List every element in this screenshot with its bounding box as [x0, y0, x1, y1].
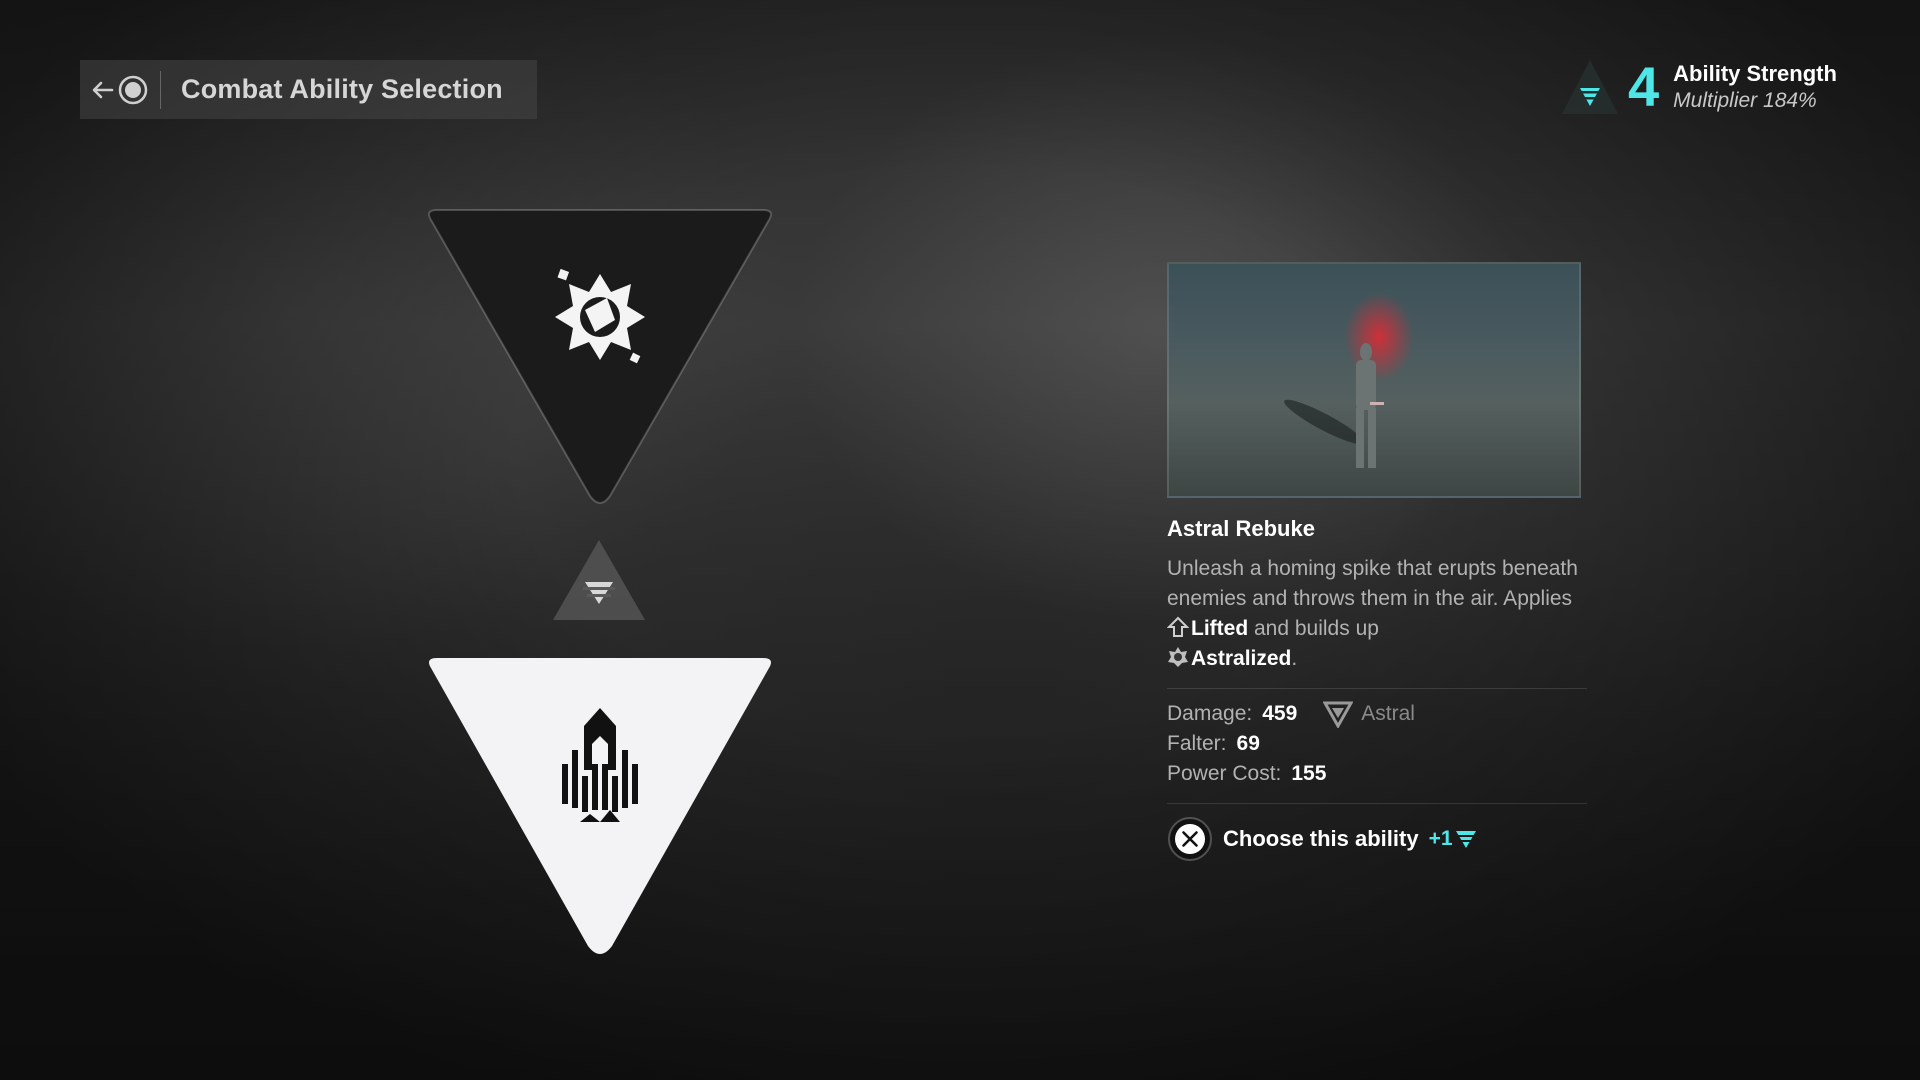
- damage-value: 459: [1262, 702, 1298, 725]
- divider: [1167, 803, 1587, 804]
- falter-label: Falter:: [1167, 732, 1227, 755]
- ability-strength-value: 4: [1628, 55, 1660, 118]
- power-cost-value: 155: [1291, 762, 1327, 785]
- falter-stat: Falter: 69: [1167, 729, 1587, 759]
- desc-part2: and builds up: [1248, 617, 1379, 640]
- ability-strength: 4 Ability Strength Multiplier 184%: [1560, 58, 1837, 116]
- ability-description: Unleash a homing spike that erupts benea…: [1167, 554, 1587, 674]
- ability-preview-image: [1167, 262, 1581, 498]
- arrow-left-icon[interactable]: [90, 77, 116, 103]
- element-name: Astral: [1361, 702, 1415, 725]
- lifted-icon: [1167, 616, 1189, 637]
- ability-strength-label: Ability Strength: [1673, 61, 1837, 86]
- falter-value: 69: [1236, 732, 1260, 755]
- circle-button-icon[interactable]: [118, 75, 148, 105]
- damage-label: Damage:: [1167, 702, 1253, 725]
- desc-part1: Unleash a homing spike that erupts benea…: [1167, 557, 1578, 610]
- ability-strength-icon: [1562, 60, 1618, 114]
- desc-end: .: [1291, 647, 1298, 670]
- choose-ability-label: Choose this ability: [1223, 826, 1419, 851]
- rocket-spike-icon: [562, 708, 638, 822]
- cross-button-icon[interactable]: [1167, 816, 1213, 862]
- ability-name: Astral Rebuke: [1167, 516, 1315, 541]
- strength-bonus-small-icon: [1455, 831, 1476, 848]
- header-divider: [160, 70, 161, 109]
- page-title: Combat Ability Selection: [181, 74, 503, 104]
- astral-element-icon: [1323, 701, 1354, 728]
- astral-sun-icon: [555, 268, 645, 364]
- divider: [1167, 688, 1587, 689]
- background-vignette: [0, 0, 1920, 1080]
- strength-bonus-text: +1: [1428, 827, 1453, 850]
- power-cost-stat: Power Cost: 155: [1167, 759, 1587, 789]
- astralized-icon: [1168, 647, 1188, 667]
- damage-stat: Damage: 459 Astral: [1167, 699, 1587, 729]
- choose-ability-button[interactable]: Choose this ability +1: [1167, 816, 1587, 862]
- header-bar: Combat Ability Selection: [80, 60, 537, 119]
- preview-character-figure: [1356, 343, 1384, 468]
- ability-details-panel: Astral Rebuke Unleash a homing spike tha…: [1167, 262, 1587, 862]
- element-tag: Astral: [1323, 699, 1415, 729]
- power-cost-label: Power Cost:: [1167, 762, 1282, 785]
- astralized-keyword: Astralized: [1191, 647, 1292, 670]
- multiplier-text: Multiplier 184%: [1673, 89, 1817, 112]
- strength-bonus-icon: [553, 540, 645, 620]
- lifted-keyword: Lifted: [1191, 617, 1249, 640]
